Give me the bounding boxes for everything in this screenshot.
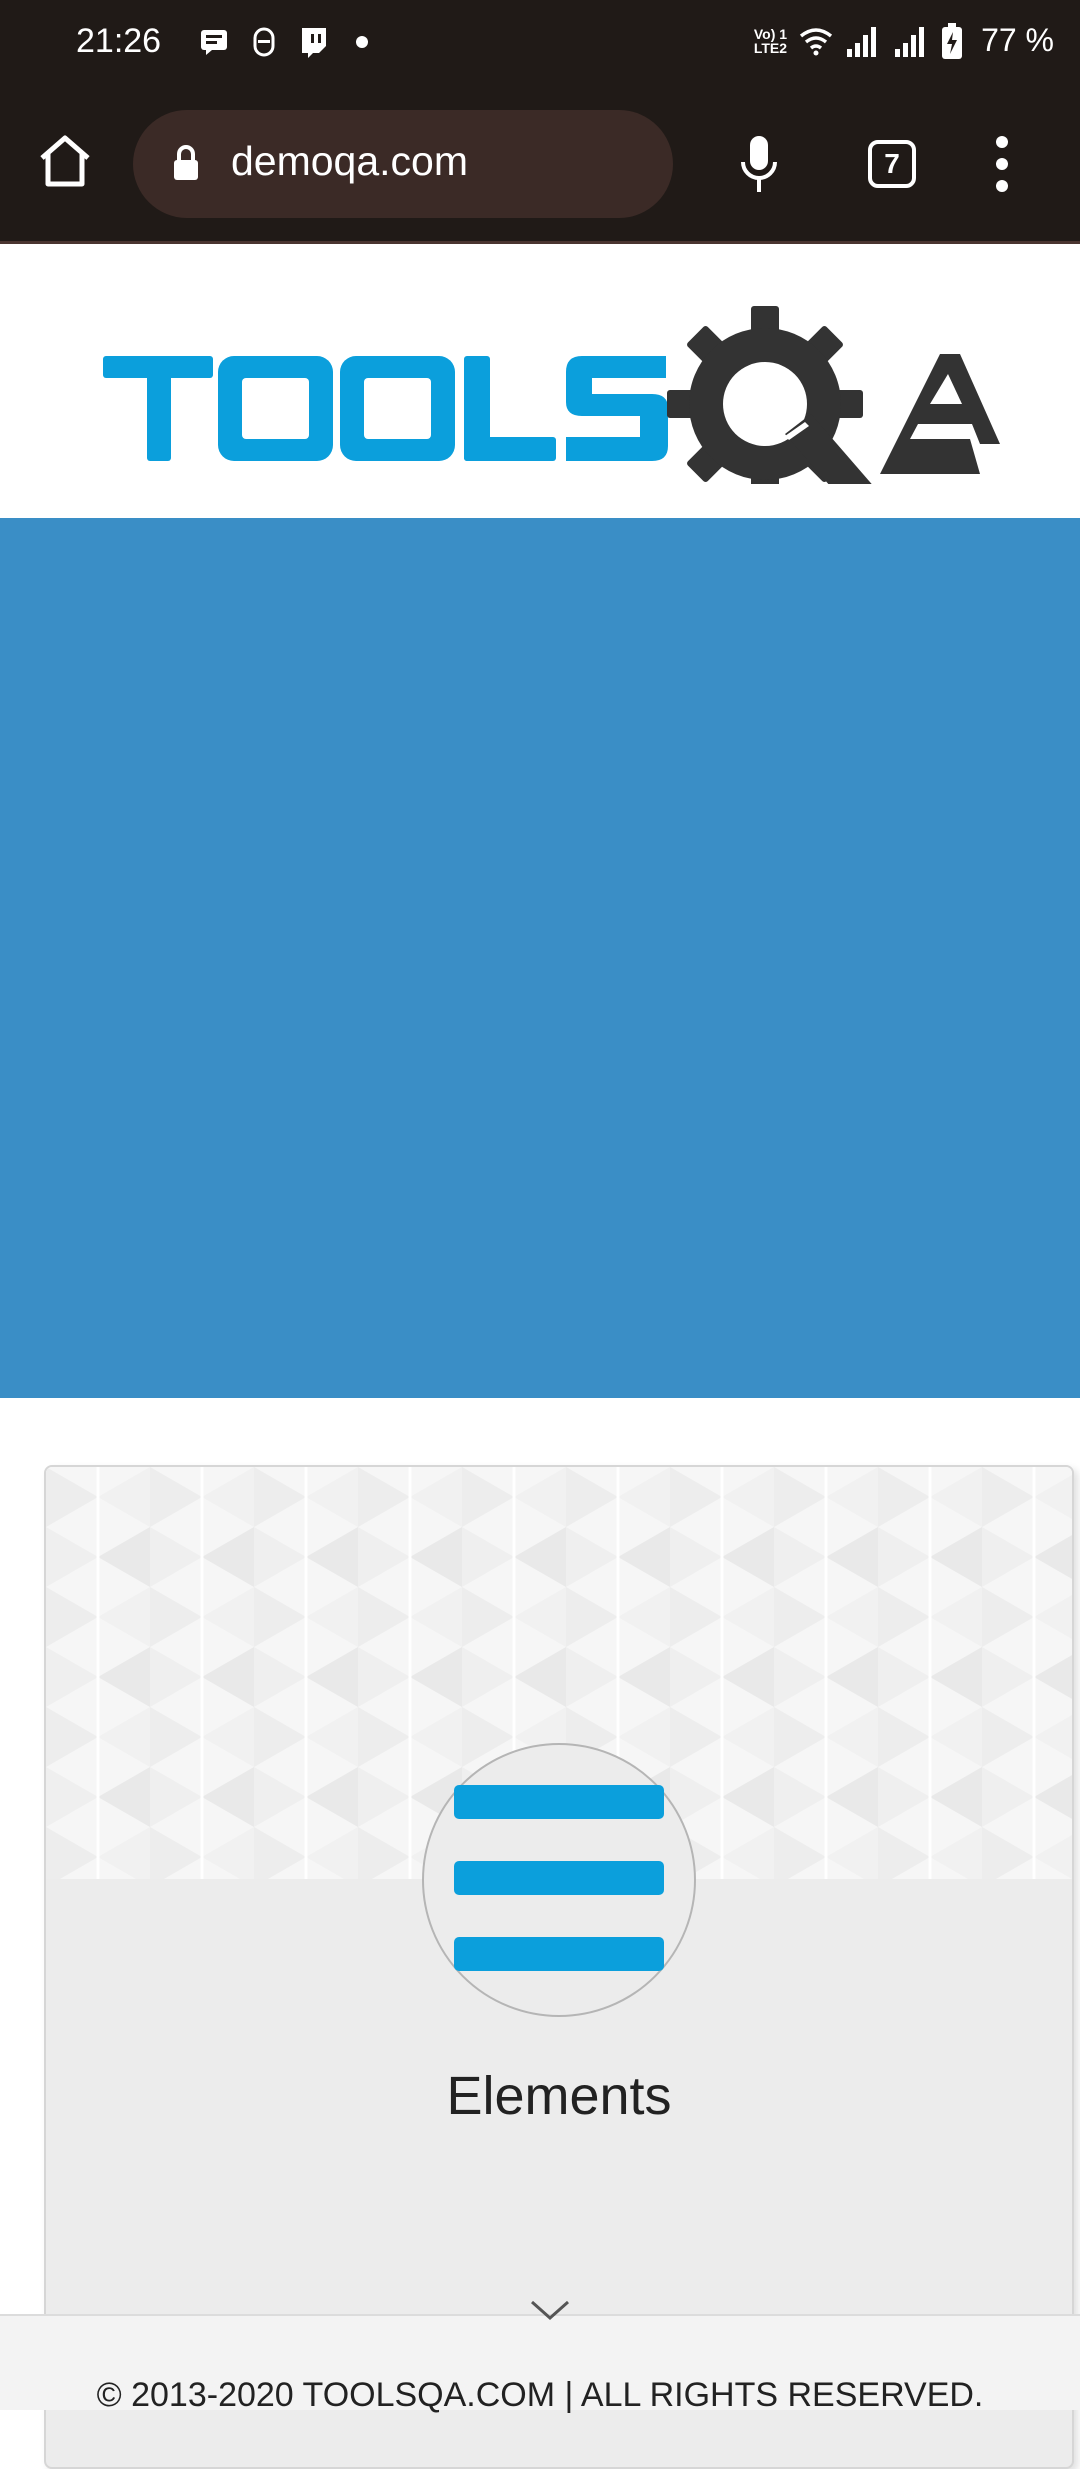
app-icon xyxy=(246,24,282,60)
signal-icon-2 xyxy=(895,26,925,57)
header xyxy=(0,244,1080,518)
wifi-icon xyxy=(799,27,833,55)
menu-dot xyxy=(996,158,1008,170)
voice-search-button[interactable] xyxy=(738,134,780,196)
card-title[interactable]: Elements xyxy=(46,2065,1072,2127)
system-icons: Vo) 1 LTE2 77 % xyxy=(754,22,1054,59)
battery-charging-icon xyxy=(942,22,963,59)
list-lines-icon xyxy=(422,1743,696,2017)
hero-banner xyxy=(0,518,1080,1398)
footer-copyright: © 2013-2020 TOOLSQA.COM | ALL RIGHTS RES… xyxy=(96,2376,984,2414)
battery-percent: 77 % xyxy=(981,22,1054,58)
tab-switcher-button[interactable]: 7 xyxy=(868,140,916,188)
message-icon xyxy=(196,24,232,60)
status-time: 21:26 xyxy=(76,22,162,60)
icon-line xyxy=(454,1861,664,1895)
twitch-icon xyxy=(296,24,332,60)
lock-icon xyxy=(174,145,198,180)
url-text[interactable]: demoqa.com xyxy=(231,138,468,185)
browser-toolbar: demoqa.com 7 xyxy=(0,88,1080,244)
footer: © 2013-2020 TOOLSQA.COM | ALL RIGHTS RES… xyxy=(0,2314,1080,2414)
url-bar[interactable]: demoqa.com xyxy=(133,110,673,218)
icon-line xyxy=(454,1785,664,1819)
status-bar: 21:26 Vo) 1 LTE2 77 % xyxy=(0,0,1080,88)
dot-icon xyxy=(356,36,368,48)
chevron-down-icon[interactable] xyxy=(528,2298,572,2322)
home-icon xyxy=(40,135,90,187)
icon-line xyxy=(454,1937,664,1971)
toolsqa-logo[interactable] xyxy=(100,284,1000,484)
signal-icon xyxy=(847,26,877,57)
menu-dot xyxy=(996,136,1008,148)
home-button[interactable] xyxy=(36,132,94,190)
mic-icon xyxy=(741,136,777,192)
notification-icons xyxy=(196,24,368,60)
volte-label: Vo) 1 LTE2 xyxy=(753,25,788,56)
more-menu-button[interactable] xyxy=(990,136,1014,194)
menu-dot xyxy=(996,180,1008,192)
